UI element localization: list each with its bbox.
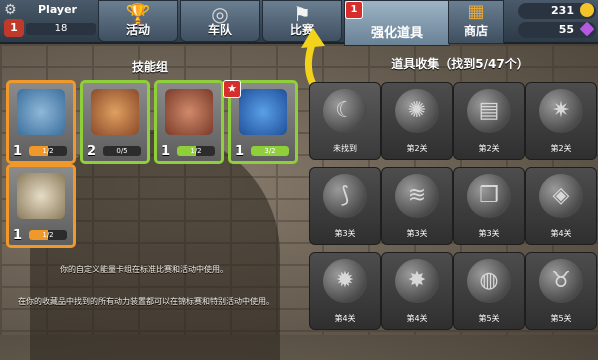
tab-label: 商店 bbox=[463, 24, 488, 38]
skill-group-info-collection: 在你的收藏品中找到的所有动力装置都可以在锦标赛和特别活动中使用。 bbox=[18, 297, 274, 306]
spring-pad-icon bbox=[165, 89, 213, 135]
skill-group-info-standard: 你的自定义能量卡组在标准比赛和活动中使用。 bbox=[60, 265, 228, 274]
shield-icon bbox=[17, 89, 65, 135]
skill-card-shield[interactable]: 1 1/2 bbox=[6, 80, 76, 164]
box-burst-icon: ❒ bbox=[467, 174, 511, 218]
player-name: Player bbox=[38, 3, 77, 16]
rocket-icon bbox=[91, 89, 139, 135]
skill-card-skull[interactable]: 1 1/2 bbox=[6, 164, 76, 248]
player-panel[interactable]: ⚙ Player 1 18 bbox=[2, 2, 98, 38]
skill-card-progress-text: 3/2 bbox=[264, 147, 276, 155]
barrels-icon: ▤ bbox=[467, 89, 511, 133]
skill-card-count: 1 bbox=[161, 144, 171, 159]
skill-card-progress-text: 0/5 bbox=[116, 147, 128, 155]
claw-icon: ⟆ bbox=[323, 174, 367, 218]
tab-label: 活动 bbox=[125, 23, 150, 37]
shockwave-icon: ≋ bbox=[395, 174, 439, 218]
skill-card-progress: 1/2 bbox=[177, 146, 215, 156]
collection-card-label: 第4关 bbox=[550, 229, 572, 238]
skull-icon bbox=[17, 173, 65, 219]
skill-card-progress: 1/2 bbox=[29, 230, 67, 240]
skill-group-title: 技能组 bbox=[131, 60, 168, 74]
tab-shop[interactable]: ▦ 商店 bbox=[448, 0, 504, 44]
collection-card[interactable]: ◍ 第5关 bbox=[453, 252, 525, 330]
skill-card-spring-pad[interactable]: 1 1/2 bbox=[154, 80, 224, 164]
collection-card[interactable]: ▤ 第2关 bbox=[453, 82, 525, 160]
player-level-badge: 1 bbox=[4, 19, 24, 37]
tab-events[interactable]: 🏆 活动 bbox=[98, 0, 178, 42]
skill-card-rocket[interactable]: 2 0/5 bbox=[80, 80, 150, 164]
collection-card[interactable]: ✸ 第4关 bbox=[381, 252, 453, 330]
collection-card[interactable]: ⟆ 第3关 bbox=[309, 167, 381, 245]
skill-card-count: 1 bbox=[13, 228, 23, 243]
skill-card-progress: 0/5 bbox=[103, 146, 141, 156]
ice-cube-icon: ◈ bbox=[539, 174, 583, 218]
gem-counter[interactable]: 55 bbox=[518, 21, 596, 38]
powerups-notification-badge: 1 bbox=[345, 1, 363, 19]
gem-icon bbox=[579, 21, 595, 37]
skill-card-count: 2 bbox=[87, 144, 97, 159]
player-xp-bar: 18 bbox=[26, 23, 96, 35]
saw-disc-icon: ◍ bbox=[467, 259, 511, 303]
collection-card[interactable]: ☾ 未找到 bbox=[309, 82, 381, 160]
coin-icon bbox=[580, 3, 594, 17]
treasure-chest-icon: ▦ bbox=[467, 1, 485, 22]
collection-card-label: 第3关 bbox=[406, 229, 428, 238]
skill-card-progress: 1/2 bbox=[29, 146, 67, 156]
wolf-icon: ☾ bbox=[323, 89, 367, 133]
collection-card[interactable]: ❒ 第3关 bbox=[453, 167, 525, 245]
skill-card-progress: 3/2 bbox=[251, 146, 289, 156]
collection-card-label: 第3关 bbox=[334, 229, 356, 238]
collection-card-label: 第2关 bbox=[478, 144, 500, 153]
collection-title: 道具收集（找到5/47个） bbox=[391, 57, 529, 71]
tab-label: 车队 bbox=[207, 23, 232, 37]
collection-card-label: 第5关 bbox=[550, 314, 572, 323]
skill-card-progress-text: 1/2 bbox=[42, 231, 54, 239]
coin-amount: 231 bbox=[551, 4, 574, 17]
explosion-icon: ✺ bbox=[395, 89, 439, 133]
collection-card[interactable]: ♉ 第5关 bbox=[525, 252, 597, 330]
collection-card-label: 第3关 bbox=[478, 229, 500, 238]
collection-card[interactable]: ✷ 第2关 bbox=[525, 82, 597, 160]
spike-ball-icon: ✹ bbox=[323, 259, 367, 303]
tab-label: 强化道具 bbox=[370, 26, 423, 41]
collection-card[interactable]: ≋ 第3关 bbox=[381, 167, 453, 245]
collection-card[interactable]: ✹ 第4关 bbox=[309, 252, 381, 330]
skill-card-progress-text: 1/2 bbox=[42, 147, 54, 155]
spike-mine-icon: ✸ bbox=[395, 259, 439, 303]
collection-card-label: 未找到 bbox=[333, 144, 357, 153]
tab-team[interactable]: ◎ 车队 bbox=[180, 0, 260, 42]
collection-card-label: 第4关 bbox=[406, 314, 428, 323]
skill-card-count: 1 bbox=[235, 144, 245, 159]
gear-icon[interactable]: ⚙ bbox=[4, 2, 17, 18]
nitro-tank-icon bbox=[239, 89, 287, 135]
collection-card-label: 第5关 bbox=[478, 314, 500, 323]
coin-counter[interactable]: 231 bbox=[518, 3, 596, 19]
skill-card-count: 1 bbox=[13, 144, 23, 159]
collection-card-label: 第4关 bbox=[334, 314, 356, 323]
collection-card[interactable]: ◈ 第4关 bbox=[525, 167, 597, 245]
gem-amount: 55 bbox=[558, 23, 574, 36]
collection-card[interactable]: ✺ 第2关 bbox=[381, 82, 453, 160]
skill-card-progress-text: 1/2 bbox=[190, 147, 202, 155]
horns-icon: ♉ bbox=[539, 259, 583, 303]
collection-card-label: 第2关 bbox=[550, 144, 572, 153]
new-star-badge: ★ bbox=[223, 80, 241, 98]
collection-card-label: 第2关 bbox=[406, 144, 428, 153]
sparkle-ring-icon: ✷ bbox=[539, 89, 583, 133]
